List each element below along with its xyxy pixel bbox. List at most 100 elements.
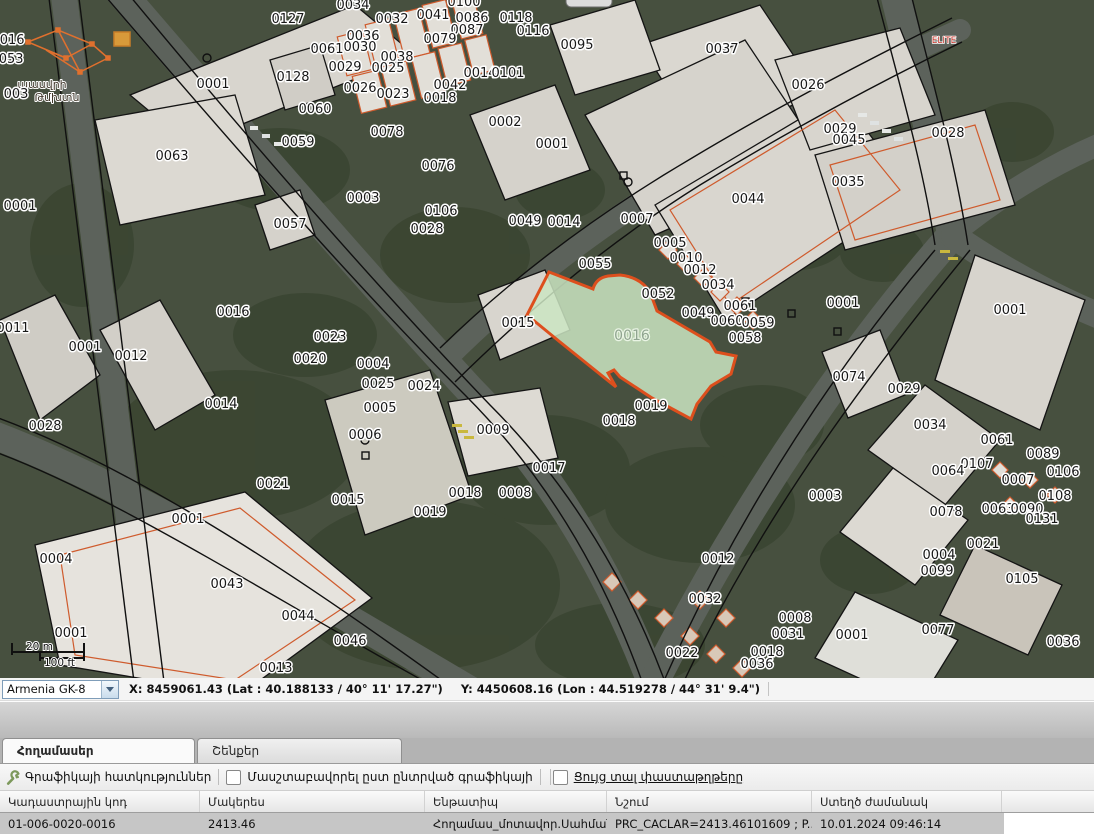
parcel-label: 0001 [196, 77, 229, 92]
parcel-label: 0064 [931, 464, 964, 479]
parcel-label: 0035 [831, 175, 864, 190]
parcel-label: 0018 [602, 414, 635, 429]
table-cell: 10.01.2024 09:46:14 [812, 813, 1002, 834]
parcel-label: 0028 [931, 126, 964, 141]
tab-buildings[interactable]: Շենքեր [197, 738, 402, 763]
parcel-label: 0003 [808, 489, 841, 504]
column-header[interactable]: Մակերես [200, 791, 425, 812]
parcel-label: 0034 [913, 418, 946, 433]
parcel-label: 0023 [313, 330, 346, 345]
wrench-icon [6, 770, 21, 785]
zoom-to-selected-checkbox[interactable] [226, 770, 241, 785]
parcel-label: 0034 [336, 0, 369, 13]
parcel-label: 0006 [348, 428, 381, 443]
parcel-label: 0025 [371, 61, 404, 76]
parcel-label: 0025 [361, 377, 394, 392]
scale-imperial: 100 ft [44, 657, 75, 669]
parcel-label: 0041 [416, 8, 449, 23]
parcel-label: 0018 [448, 486, 481, 501]
x-value: 8459061.43 (Lat : 40.188133 / 40° 11' 17… [146, 682, 442, 696]
parcel-label: 0013 [259, 661, 292, 676]
table-row[interactable]: 01-006-0020-00162413.46Հողամաս_մոտավոր.Ս… [0, 813, 1004, 834]
parcel-label: 0037 [705, 42, 738, 57]
parcel-label: 0001 [54, 626, 87, 641]
column-header-filler [1002, 791, 1094, 812]
bottom-tabs: ՀողամասերՇենքեր [0, 738, 1094, 764]
parcels-table: Կադաստրային կոդՄակերեսԵնթատիպՆշումՍտեղծ … [0, 791, 1094, 834]
parcel-label: 0030 [343, 40, 376, 55]
parcel-label: 0059 [741, 316, 774, 331]
chevron-down-icon[interactable] [101, 681, 118, 698]
parcel-label: 0005 [363, 401, 396, 416]
tab-parcels[interactable]: Հողամասեր [2, 738, 195, 763]
table-header: Կադաստրային կոդՄակերեսԵնթատիպՆշումՍտեղծ … [0, 791, 1094, 813]
parcel-label: 0077 [921, 623, 954, 638]
zoom-to-selected-label[interactable]: Մասշտաբավորել ըստ ընտրված գրաֆիկայի [247, 770, 532, 784]
parcel-label: 0061 [310, 42, 343, 57]
map-viewport[interactable]: 00160053պասվրի003Թմխտն000101270034003200… [0, 0, 1094, 678]
toolbar-separator [550, 769, 551, 785]
parcel-label: 0053 [0, 52, 24, 67]
parcel-label: 0002 [488, 115, 521, 130]
parcel-label: 0016 [216, 305, 249, 320]
parcel-label: 0044 [281, 609, 314, 624]
panel-splitter[interactable] [0, 701, 1094, 738]
parcel-label: 0128 [276, 70, 309, 85]
parcel-label: 0003 [346, 191, 379, 206]
parcel-label: 0127 [271, 12, 304, 27]
parcel-label: 0063 [155, 149, 188, 164]
parcel-label: 0131 [1025, 512, 1058, 527]
parcel-label: 0008 [498, 486, 531, 501]
parcel-label: 0001 [3, 199, 36, 214]
column-header[interactable]: Կադաստրային կոդ [0, 791, 200, 812]
parcel-label: 0058 [728, 331, 761, 346]
parcel-label: 0001 [68, 340, 101, 355]
parcel-label: 0001 [171, 512, 204, 527]
parcel-label: 0043 [210, 577, 243, 592]
scale-metric: 20 m [26, 641, 53, 653]
parcel-label: 0007 [1001, 473, 1034, 488]
parcel-label: 0100 [447, 0, 480, 10]
parcel-label: 0022 [665, 646, 698, 661]
parcel-label: 0015 [331, 493, 364, 508]
parcel-label: 0106 [424, 204, 457, 219]
grid-toolbar: Գրաֆիկայի հատկություններ Մասշտաբավորել ը… [0, 764, 1094, 791]
map-top-widget[interactable] [566, 0, 612, 7]
parcel-label: 0020 [293, 352, 326, 367]
status-bar: Armenia GK-8 X: 8459061.43 (Lat : 40.188… [0, 678, 1094, 701]
coordinates-readout: X: 8459061.43 (Lat : 40.188133 / 40° 11'… [129, 682, 760, 696]
y-value: 4450608.16 (Lon : 44.519278 / 44° 31' 9.… [477, 682, 760, 696]
parcel-label: 0061 [723, 299, 756, 314]
column-header[interactable]: Նշում [607, 791, 812, 812]
parcel-label: 0016 [614, 328, 650, 344]
parcel-label: ELITE [932, 36, 957, 46]
graphics-properties-button[interactable]: Գրաֆիկայի հատկություններ [25, 770, 211, 784]
toolbar-separator [540, 769, 541, 785]
projection-select[interactable]: Armenia GK-8 [2, 680, 119, 699]
table-cell: 2413.46 [200, 813, 425, 834]
parcel-label: 0032 [688, 592, 721, 607]
parcel-label: 0046 [333, 634, 366, 649]
column-header[interactable]: Ստեղծ ժամանակ [812, 791, 1002, 812]
parcel-label: 0019 [413, 505, 446, 520]
show-documents-label[interactable]: Ցույց տալ փաստաթղթերը [574, 770, 743, 784]
x-label: X: [129, 682, 142, 696]
parcel-label: 0079 [423, 32, 456, 47]
column-header[interactable]: Ենթատիպ [425, 791, 607, 812]
parcel-label: 0004 [356, 357, 389, 372]
parcel-label: 0018 [423, 91, 456, 106]
parcel-label: 0008 [778, 611, 811, 626]
parcel-label: 0074 [832, 370, 865, 385]
parcel-label: 0026 [343, 81, 376, 96]
gis-application: 00160053պասվրի003Թմխտն000101270034003200… [0, 0, 1094, 834]
table-cell: 01-006-0020-0016 [0, 813, 200, 834]
show-documents-checkbox[interactable] [553, 770, 568, 785]
parcel-label: 0011 [0, 321, 30, 336]
status-separator [768, 682, 769, 696]
parcel-label: 0116 [516, 24, 549, 39]
parcel-label: 0012 [114, 349, 147, 364]
parcel-label: 0049 [508, 214, 541, 229]
parcel-label: 0017 [532, 461, 565, 476]
parcel-label: 0089 [1026, 447, 1059, 462]
parcel-label: 0059 [281, 135, 314, 150]
